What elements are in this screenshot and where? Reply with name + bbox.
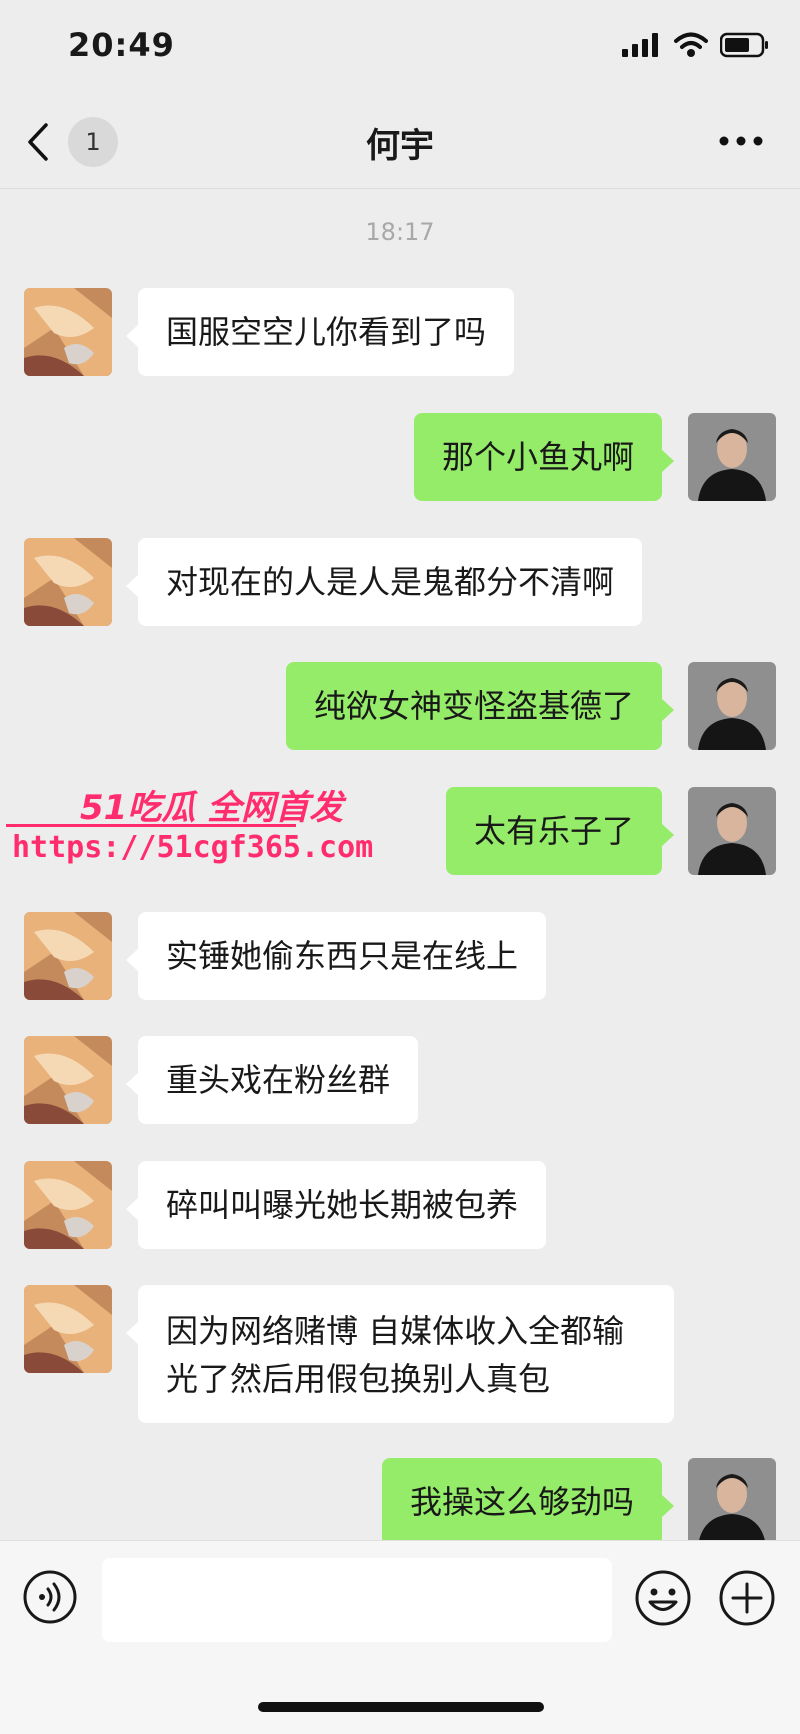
contact-avatar[interactable] [24,538,112,626]
message-input[interactable] [102,1558,612,1642]
avatar-image [688,787,776,875]
status-time: 20:49 [68,26,175,64]
user-avatar[interactable] [688,787,776,875]
chat-title: 何宇 [366,126,434,166]
message-bubble[interactable]: 重头戏在粉丝群 [125,1036,419,1124]
avatar-image [688,662,776,750]
emoji-icon[interactable] [634,1569,692,1627]
message-bubble[interactable]: 那个小鱼丸啊 [414,413,675,501]
battery-icon [720,32,768,58]
user-avatar[interactable] [688,1458,776,1546]
home-indicator [258,1702,544,1712]
message-bubble[interactable]: 我操这么够劲吗 [382,1458,675,1546]
watermark-line [6,824,296,827]
avatar-image [688,413,776,501]
wifi-icon [674,32,708,57]
status-icons [622,32,770,58]
status-bar: 20:49 [0,0,800,96]
avatar-image [24,1161,112,1249]
contact-avatar[interactable] [24,1161,112,1249]
contact-avatar[interactable] [24,288,112,376]
user-avatar[interactable] [688,662,776,750]
user-avatar[interactable] [688,413,776,501]
chat-header: 1 何宇 [0,96,800,189]
contact-avatar[interactable] [24,1036,112,1124]
watermark: 51吃瓜 全网首发 https://51cgf365.com [6,780,373,880]
more-dots-icon[interactable] [716,126,766,156]
watermark-url: https://51cgf365.com [12,830,374,865]
avatar-image [24,288,112,376]
avatar-image [688,1458,776,1546]
voice-icon[interactable] [22,1569,78,1625]
message-bubble[interactable]: 国服空空儿你看到了吗 [125,288,515,376]
message-bubble[interactable]: 碎叫叫曝光她长期被包养 [125,1161,547,1249]
contact-avatar[interactable] [24,912,112,1000]
message-bubble[interactable]: 纯欲女神变怪盗基德了 [286,662,675,750]
plus-icon[interactable] [718,1569,776,1627]
avatar-image [24,538,112,626]
avatar-image [24,912,112,1000]
message-bubble[interactable]: 对现在的人是人是鬼都分不清啊 [125,538,643,626]
message-bubble[interactable]: 太有乐子了 [446,787,675,875]
message-timestamp: 18:17 [365,218,435,246]
avatar-image [24,1285,112,1373]
avatar-image [24,1036,112,1124]
message-bubble[interactable]: 实锤她偷东西只是在线上 [125,912,547,1000]
contact-avatar[interactable] [24,1285,112,1373]
watermark-brand: 51吃瓜 全网首发 [80,788,344,828]
message-bubble[interactable]: 因为网络赌博 自媒体收入全都输光了然后用假包换别人真包 [126,1285,674,1423]
signal-icon [622,33,658,57]
